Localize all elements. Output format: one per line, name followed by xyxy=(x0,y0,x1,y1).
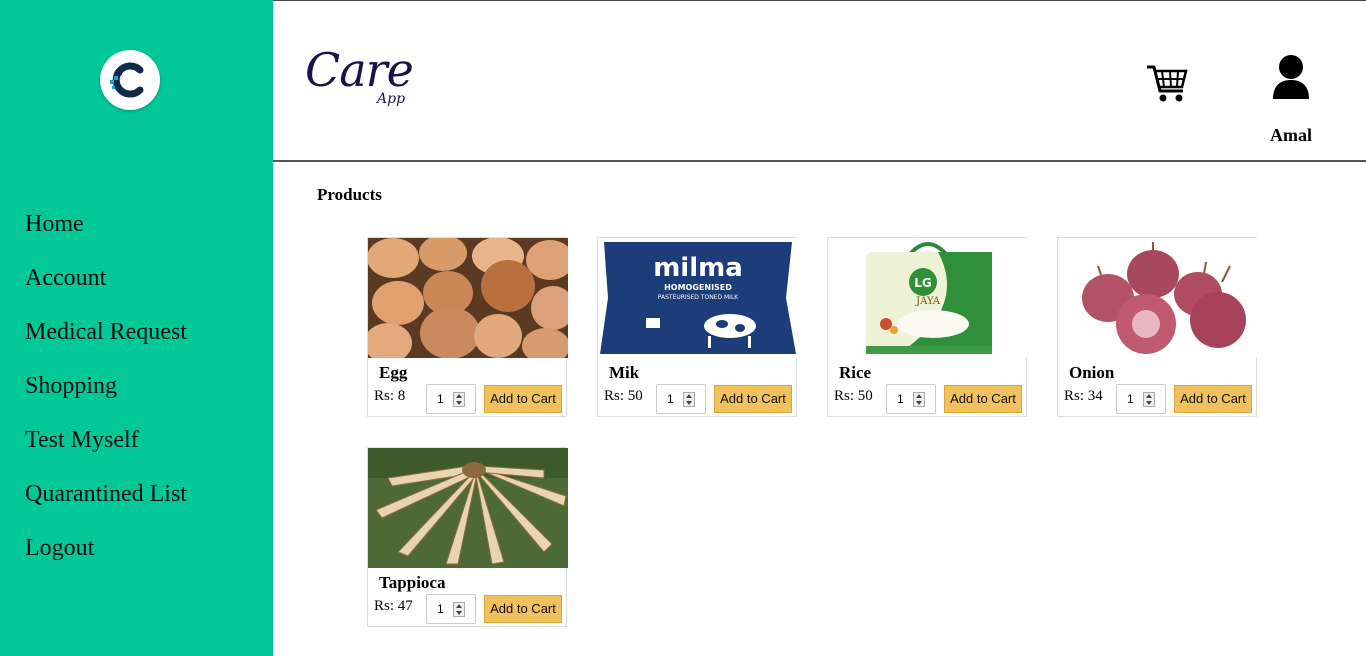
add-to-cart-button[interactable]: Add to Cart xyxy=(484,385,562,413)
quantity-stepper[interactable]: 1 xyxy=(1116,384,1166,414)
quantity-stepper[interactable]: 1 xyxy=(886,384,936,414)
product-card-tapioca: Tappioca Rs: 47 1 Add to Cart xyxy=(367,447,568,627)
product-image-onion xyxy=(1058,238,1258,358)
milk-package-line2: PASTEURISED TONED MILK xyxy=(658,294,740,301)
app-logo xyxy=(100,50,160,110)
quantity-stepper[interactable]: 1 xyxy=(426,384,476,414)
sidebar-item-shopping[interactable]: Shopping xyxy=(25,367,187,421)
add-to-cart-button[interactable]: Add to Cart xyxy=(1174,385,1252,413)
quantity-value: 1 xyxy=(1127,392,1134,406)
product-name: Mik xyxy=(609,363,640,382)
product-card-rice: LG JAYA Rice Rs: 50 1 Add to Cart xyxy=(827,237,1028,417)
sidebar-item-medical-request[interactable]: Medical Request xyxy=(25,313,187,367)
sidebar-item-test-myself[interactable]: Test Myself xyxy=(25,421,187,475)
quantity-value: 1 xyxy=(897,392,904,406)
spinner-arrows-icon[interactable] xyxy=(683,392,695,407)
product-price: Rs: 8 xyxy=(374,388,406,404)
user-name: Amal xyxy=(1270,125,1312,145)
shopping-cart-icon[interactable] xyxy=(1145,61,1189,105)
header: Care App Amal xyxy=(273,0,1366,162)
product-price: Rs: 34 xyxy=(1064,388,1103,404)
sidebar: Home Account Medical Request Shopping Te… xyxy=(0,0,273,656)
product-card-egg: Egg Rs: 8 1 Add to Cart xyxy=(367,237,568,417)
product-image-egg xyxy=(368,238,568,358)
spinner-arrows-icon[interactable] xyxy=(453,602,465,617)
add-to-cart-button[interactable]: Add to Cart xyxy=(714,385,792,413)
quantity-stepper[interactable]: 1 xyxy=(426,594,476,624)
product-name: Tappioca xyxy=(379,573,446,592)
quantity-stepper[interactable]: 1 xyxy=(656,384,706,414)
product-price: Rs: 47 xyxy=(374,598,413,614)
user-icon[interactable] xyxy=(1269,53,1313,101)
sidebar-item-quarantined-list[interactable]: Quarantined List xyxy=(25,475,187,529)
page-title: Products xyxy=(317,185,382,204)
brand-logo: Care App xyxy=(303,43,443,118)
product-card-milk: milma HOMOGENISED PASTEURISED TONED MILK… xyxy=(597,237,798,417)
milk-brand-text: milma xyxy=(653,253,743,283)
quantity-value: 1 xyxy=(667,392,674,406)
sidebar-item-logout[interactable]: Logout xyxy=(25,529,187,583)
product-price: Rs: 50 xyxy=(604,388,643,404)
add-to-cart-button[interactable]: Add to Cart xyxy=(944,385,1022,413)
add-to-cart-button[interactable]: Add to Cart xyxy=(484,595,562,623)
product-name: Egg xyxy=(379,363,408,382)
product-price: Rs: 50 xyxy=(834,388,873,404)
milk-package-line1: HOMOGENISED xyxy=(664,283,732,292)
quantity-value: 1 xyxy=(437,392,444,406)
rice-variety-text: JAYA xyxy=(915,296,941,307)
rice-brand-text: LG xyxy=(914,276,932,290)
quantity-value: 1 xyxy=(437,602,444,616)
sidebar-item-account[interactable]: Account xyxy=(25,259,187,313)
product-card-onion: Onion Rs: 34 1 Add to Cart xyxy=(1057,237,1258,417)
product-image-milk: milma HOMOGENISED PASTEURISED TONED MILK xyxy=(598,238,798,358)
product-image-tapioca xyxy=(368,448,568,568)
sidebar-item-home[interactable]: Home xyxy=(25,205,187,259)
product-name: Rice xyxy=(839,363,872,382)
product-image-rice: LG JAYA xyxy=(828,238,1028,358)
sidebar-nav: Home Account Medical Request Shopping Te… xyxy=(25,205,187,583)
product-name: Onion xyxy=(1069,363,1115,382)
spinner-arrows-icon[interactable] xyxy=(453,392,465,407)
brand-title: Care xyxy=(305,43,414,97)
spinner-arrows-icon[interactable] xyxy=(1143,392,1155,407)
brand-subtitle: App xyxy=(377,91,406,107)
spinner-arrows-icon[interactable] xyxy=(913,392,925,407)
